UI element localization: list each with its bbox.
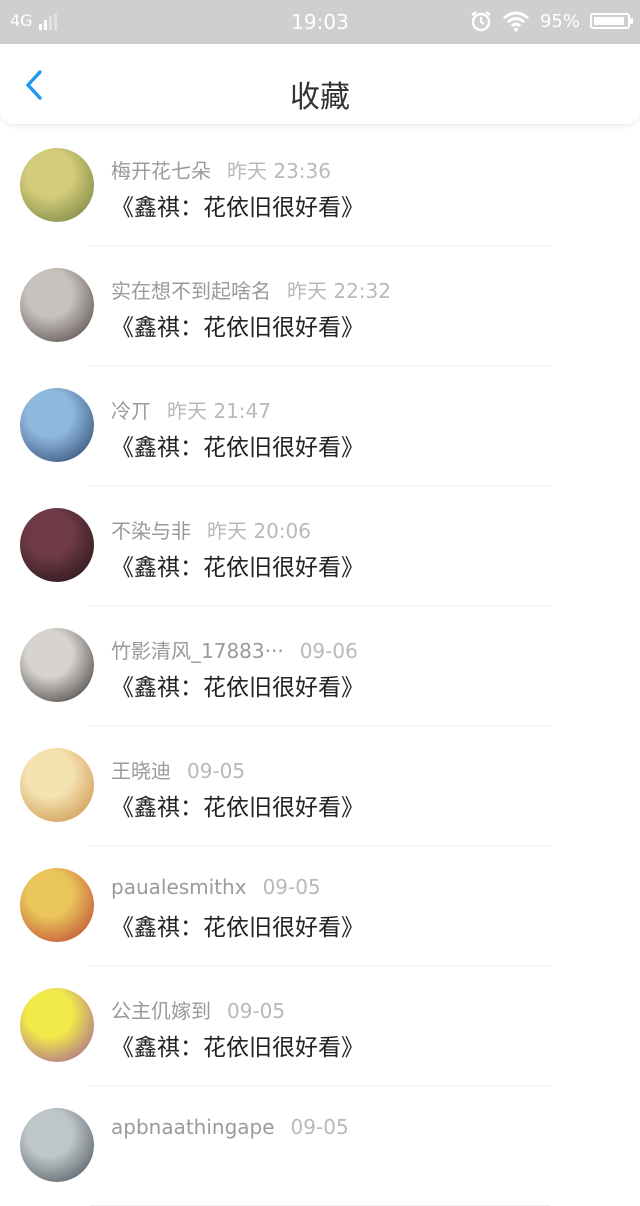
favorite-title[interactable]: 《鑫祺：花依旧很好看》 xyxy=(111,548,364,582)
user-name[interactable]: apbnaathingape xyxy=(111,1115,275,1139)
list-item[interactable]: 王晓迪 09-05 《鑫祺：花依旧很好看》 xyxy=(0,726,640,846)
favorite-title[interactable]: 《鑫祺：花依旧很好看》 xyxy=(111,908,364,942)
timestamp: 09-05 xyxy=(187,759,246,783)
list-item[interactable]: 冷丌 昨天 21:47 《鑫祺：花依旧很好看》 xyxy=(0,366,640,486)
user-name[interactable]: 实在想不到起啥名 xyxy=(111,279,271,303)
timestamp: 昨天 23:36 xyxy=(227,159,331,183)
page-title: 收藏 xyxy=(290,80,350,115)
timestamp: 09-05 xyxy=(290,1115,349,1139)
navigation-bar: 收藏 xyxy=(0,44,640,125)
user-name[interactable]: 冷丌 xyxy=(111,399,151,423)
avatar[interactable] xyxy=(20,628,94,702)
timestamp: 09-05 xyxy=(227,999,286,1023)
avatar[interactable] xyxy=(20,748,94,822)
timestamp: 昨天 20:06 xyxy=(207,519,311,543)
timestamp: 昨天 21:47 xyxy=(167,399,271,423)
favorite-title[interactable]: 《鑫祺：花依旧很好看》 xyxy=(111,188,364,222)
user-name[interactable]: 不染与非 xyxy=(111,519,191,543)
timestamp: 09-05 xyxy=(262,875,321,899)
favorite-title[interactable]: 《鑫祺：花依旧很好看》 xyxy=(111,1028,364,1062)
favorite-title[interactable]: 《鑫祺：花依旧很好看》 xyxy=(111,428,364,462)
avatar[interactable] xyxy=(20,508,94,582)
battery-percent: 95% xyxy=(539,10,580,32)
avatar[interactable] xyxy=(20,268,94,342)
timestamp: 昨天 22:32 xyxy=(287,279,391,303)
list-item[interactable]: 实在想不到起啥名 昨天 22:32 《鑫祺：花依旧很好看》 xyxy=(0,246,640,366)
wifi-icon xyxy=(503,11,529,32)
favorite-title[interactable]: 《鑫祺：花依旧很好看》 xyxy=(111,668,364,702)
list-item[interactable]: apbnaathingape 09-05 xyxy=(0,1086,640,1206)
list-item[interactable]: paualesmithx 09-05 《鑫祺：花依旧很好看》 xyxy=(0,846,640,966)
list-item[interactable]: 竹影清风_17883··· 09-06 《鑫祺：花依旧很好看》 xyxy=(0,606,640,726)
favorites-list: 梅开花七朵 昨天 23:36 《鑫祺：花依旧很好看》 实在想不到起啥名 昨天 22:32… xyxy=(0,126,640,1206)
timestamp: 09-06 xyxy=(299,639,358,663)
list-item[interactable]: 不染与非 昨天 20:06 《鑫祺：花依旧很好看》 xyxy=(0,486,640,606)
user-name[interactable]: paualesmithx xyxy=(111,875,247,899)
avatar[interactable] xyxy=(20,988,94,1062)
avatar[interactable] xyxy=(20,388,94,462)
avatar[interactable] xyxy=(20,1108,94,1182)
list-item[interactable]: 梅开花七朵 昨天 23:36 《鑫祺：花依旧很好看》 xyxy=(0,126,640,246)
avatar[interactable] xyxy=(20,868,94,942)
list-item[interactable]: 公主仉嫁到 09-05 《鑫祺：花依旧很好看》 xyxy=(0,966,640,1086)
favorite-title[interactable]: 《鑫祺：花依旧很好看》 xyxy=(111,788,364,822)
status-bar: 4G 19:03 95% xyxy=(0,0,640,44)
battery-icon xyxy=(590,13,633,29)
avatar[interactable] xyxy=(20,148,94,222)
user-name[interactable]: 公主仉嫁到 xyxy=(111,999,211,1023)
favorite-title[interactable]: 《鑫祺：花依旧很好看》 xyxy=(111,308,364,342)
user-name[interactable]: 竹影清风_17883··· xyxy=(111,639,284,663)
alarm-icon xyxy=(471,11,491,32)
user-name[interactable]: 王晓迪 xyxy=(111,759,171,783)
user-name[interactable]: 梅开花七朵 xyxy=(111,159,211,183)
